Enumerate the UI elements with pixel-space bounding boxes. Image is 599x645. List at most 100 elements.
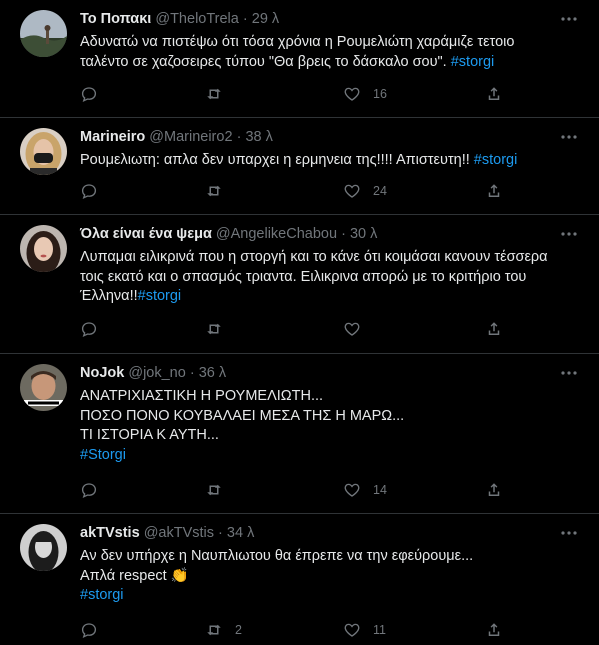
reply-icon — [81, 322, 97, 337]
blonde-woman-avatar[interactable] — [20, 128, 67, 175]
retweet-icon — [207, 484, 221, 496]
share-button[interactable] — [485, 620, 503, 640]
share-button[interactable] — [485, 480, 503, 500]
retweet-count: 2 — [235, 623, 242, 637]
more-options-icon[interactable] — [559, 128, 579, 146]
like-button[interactable]: 11 — [343, 620, 386, 640]
heart-icon — [344, 87, 360, 101]
tweet-text-line: #Storgi — [80, 446, 579, 466]
tweet-text-line: ΤΙ ΙΣΤΟΡΙΑ Κ ΑΥΤΗ... — [80, 427, 219, 443]
more-options-icon[interactable] — [559, 225, 579, 243]
separator-dot: · — [236, 129, 242, 145]
reply-icon — [81, 184, 97, 199]
author-handle[interactable]: @jok_no — [128, 365, 185, 381]
more-options-icon[interactable] — [559, 10, 579, 28]
tweet-text-line: #storgi — [80, 586, 579, 606]
author-handle[interactable]: @akTVstis — [144, 525, 214, 541]
reply-button[interactable] — [80, 84, 110, 104]
author-handle[interactable]: @Marineiro2 — [149, 129, 232, 145]
tweet-text: Λυπαμαι ειλικρινά που η στοργή και το κά… — [80, 248, 579, 307]
tweet[interactable]: akTVstis @akTVstis · 34 λ Αν δεν υπήρχε … — [0, 514, 599, 645]
timestamp[interactable]: 29 λ — [252, 11, 279, 27]
share-icon — [488, 322, 500, 335]
tweet-text-line: Αδυνατώ να πιστέψω ότι τόσα χρόνια η Ρου… — [80, 34, 515, 50]
heart-icon — [344, 184, 360, 198]
separator-dot: · — [242, 11, 248, 27]
share-button[interactable] — [485, 319, 503, 339]
like-count: 11 — [373, 623, 386, 637]
retweet-icon — [207, 323, 221, 335]
timestamp[interactable]: 34 λ — [227, 525, 254, 541]
retweet-icon — [207, 88, 221, 100]
separator-dot: · — [218, 525, 223, 541]
author-name[interactable]: Το Ποπακι — [80, 11, 151, 27]
tweet[interactable]: Marineiro @Marineiro2 · 38 λ Ρουμελιωτη:… — [0, 118, 599, 215]
retweet-button[interactable]: 2 — [205, 620, 242, 640]
reply-button[interactable] — [80, 319, 110, 339]
reply-icon — [81, 87, 97, 102]
reply-button[interactable] — [80, 480, 110, 500]
tweet-text: ΑΝΑΤΡΙΧΙΑΣΤΙΚΗ Η ΡΟΥΜΕΛΙΩΤΗ... ΠΟΣΟ ΠΟΝΟ… — [80, 387, 579, 465]
tweet-text: Αν δεν υπήρχε η Ναυπλιωτου θα έπρεπε να … — [80, 547, 579, 606]
author-name[interactable]: NoJok — [80, 365, 124, 381]
separator-dot: · — [189, 365, 195, 381]
retweet-button[interactable] — [205, 84, 235, 104]
tweet[interactable]: Το Ποπακι @TheloTrela · 29 λ Αδυνατώ να … — [0, 0, 599, 118]
action-bar — [80, 319, 500, 339]
bw-woman-avatar[interactable] — [20, 524, 67, 571]
author-name[interactable]: Marineiro — [80, 129, 145, 145]
tweet-text-line: ΠΟΣΟ ΠΟΝΟ ΚΟΥΒΑΛΑΕΙ ΜΕΣΑ ΤΗΣ Η ΜΑΡΩ... — [80, 407, 405, 424]
timestamp[interactable]: 38 λ — [245, 129, 272, 145]
clapping-hands-emoji: 👏 — [170, 567, 189, 584]
like-button[interactable]: 24 — [343, 181, 387, 201]
tweet[interactable]: Όλα είναι ένα ψεμα @AngelikeChabou · 30 … — [0, 215, 599, 354]
dark-hair-woman-avatar[interactable] — [20, 225, 67, 272]
hashtag-link[interactable]: #storgi — [474, 152, 518, 168]
hashtag-link[interactable]: #Storgi — [80, 447, 126, 463]
action-bar: 24 — [80, 181, 500, 201]
reply-button[interactable] — [80, 620, 110, 640]
hashtag-link[interactable]: #storgi — [451, 54, 495, 70]
action-bar: 16 — [80, 84, 500, 104]
share-button[interactable] — [485, 84, 503, 104]
more-options-icon[interactable] — [559, 524, 579, 542]
action-bar: 14 — [80, 480, 500, 500]
tweet-text-line: Έλληνα!!#storgi — [80, 288, 182, 304]
timestamp[interactable]: 30 λ — [350, 226, 377, 242]
like-count: 24 — [373, 184, 387, 198]
reply-icon — [81, 483, 97, 498]
landscape-avatar[interactable] — [20, 10, 67, 57]
tweet[interactable]: NoJok @jok_no · 36 λ ΑΝΑΤΡΙΧΙΑΣΤΙΚΗ Η ΡΟ… — [0, 354, 599, 514]
tweet-text-line: ταλέντο σε χαζοσειρες τύπου "Θα βρεις το… — [80, 53, 495, 70]
retweet-icon — [207, 185, 221, 197]
like-button[interactable] — [343, 319, 373, 339]
share-icon — [488, 87, 500, 100]
share-button[interactable] — [485, 181, 503, 201]
like-button[interactable]: 14 — [343, 480, 387, 500]
retweet-button[interactable] — [205, 319, 235, 339]
hashtag-link[interactable]: #storgi — [138, 288, 182, 304]
heart-icon — [344, 623, 360, 637]
meme-man-avatar[interactable] — [20, 364, 67, 411]
more-options-icon[interactable] — [559, 364, 579, 382]
author-handle[interactable]: @AngelikeChabou — [216, 226, 337, 242]
tweet-text-line: ΑΝΑΤΡΙΧΙΑΣΤΙΚΗ Η ΡΟΥΜΕΛΙΩΤΗ... — [80, 388, 324, 404]
retweet-button[interactable] — [205, 181, 235, 201]
author-name[interactable]: akTVstis — [80, 525, 140, 541]
timestamp[interactable]: 36 λ — [199, 365, 226, 381]
timeline: Το Ποπακι @TheloTrela · 29 λ Αδυνατώ να … — [0, 0, 599, 645]
share-icon — [488, 184, 500, 197]
like-count: 16 — [373, 87, 387, 101]
reply-icon — [81, 623, 97, 638]
tweet-text: Αδυνατώ να πιστέψω ότι τόσα χρόνια η Ρου… — [80, 33, 579, 72]
share-icon — [488, 623, 500, 636]
tweet-text-line: Αν δεν υπήρχε η Ναυπλιωτου θα έπρεπε να … — [80, 548, 474, 564]
reply-button[interactable] — [80, 181, 110, 201]
retweet-button[interactable] — [205, 480, 235, 500]
author-name[interactable]: Όλα είναι ένα ψεμα — [80, 226, 212, 242]
heart-icon — [344, 322, 360, 336]
author-handle[interactable]: @TheloTrela — [155, 11, 239, 27]
hashtag-link[interactable]: #storgi — [80, 587, 124, 603]
share-icon — [488, 483, 500, 496]
like-button[interactable]: 16 — [343, 84, 387, 104]
